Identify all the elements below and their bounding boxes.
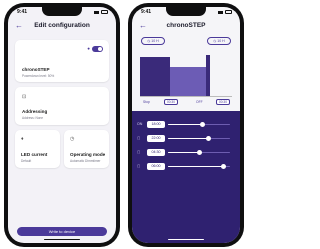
- status-time: 9:41: [141, 9, 152, 15]
- page-title: Edit configuration: [34, 22, 90, 29]
- home-indicator: [44, 238, 80, 240]
- led-icon: ♦: [21, 136, 24, 142]
- operating-mode-card[interactable]: ◷ Operating mode Automatic Dimmtimer: [64, 130, 109, 168]
- slider-fill: [168, 138, 209, 140]
- device-card[interactable]: ● chronoSTEP Powerdown level: 50%: [15, 40, 109, 82]
- row-label: ▢: [137, 150, 141, 154]
- pin-icon[interactable]: ●: [87, 46, 90, 51]
- profile-segment: [206, 55, 210, 97]
- addressing-sub: Address: None: [22, 116, 44, 120]
- page-title: chronoSTEP: [166, 22, 206, 29]
- schedule-row: ▢ 22:00: [132, 133, 240, 145]
- row-time[interactable]: 22:00: [147, 135, 165, 142]
- header: ← chronoSTEP: [132, 21, 240, 33]
- device-sub: Powerdown level: 50%: [22, 74, 55, 78]
- slider-thumb[interactable]: [199, 122, 205, 127]
- schedule-row: ON 18:00: [132, 119, 240, 131]
- profile-segment: [140, 57, 170, 97]
- status-time: 9:41: [17, 9, 28, 15]
- slider-thumb[interactable]: [196, 150, 202, 155]
- level-slider[interactable]: [168, 164, 230, 169]
- addressing-card[interactable]: ⊡ Addressing Address: None: [15, 87, 109, 125]
- mode-sub: Automatic Dimmtimer: [70, 159, 101, 163]
- duration-pill-left[interactable]: ◷ 10 H: [141, 37, 165, 45]
- led-title: LED current: [21, 152, 48, 157]
- phone-right: 9:41 ← chronoSTEP ◷ 10 H ◷ 10 H Stop 00:…: [128, 3, 244, 247]
- addressing-icon: ⊡: [22, 94, 27, 100]
- led-sub: Default: [21, 159, 32, 163]
- mode-icon: ◷: [70, 136, 75, 142]
- profile-segment: [170, 67, 206, 97]
- device-name: chronoSTEP: [22, 67, 50, 72]
- level-slider[interactable]: [168, 122, 230, 127]
- chronostep-screen: 9:41 ← chronoSTEP ◷ 10 H ◷ 10 H Stop 00:…: [132, 7, 240, 243]
- level-slider[interactable]: [168, 136, 230, 141]
- row-time[interactable]: 06:00: [147, 163, 165, 170]
- status-icons: [94, 10, 108, 14]
- chart-baseline: [140, 96, 232, 97]
- addressing-title: Addressing: [22, 109, 48, 114]
- dimming-profile-chart: [140, 51, 232, 97]
- row-label: ▢: [137, 136, 141, 140]
- home-indicator: [168, 238, 204, 240]
- row-label: ON: [137, 122, 143, 126]
- edit-configuration-screen: 9:41 ← Edit configuration ● chronoSTEP P…: [8, 7, 116, 243]
- duration-pill-right[interactable]: ◷ 10 H: [207, 37, 231, 45]
- phone-left: 9:41 ← Edit configuration ● chronoSTEP P…: [4, 3, 120, 247]
- schedule-panel: ON 18:00 ▢ 22:00 ▢ 04:30 ▢ 06:00: [132, 111, 240, 243]
- row-time[interactable]: 04:30: [147, 149, 165, 156]
- header: ← Edit configuration: [8, 21, 116, 33]
- slider-fill: [168, 152, 199, 154]
- slider-thumb[interactable]: [205, 136, 211, 141]
- schedule-row: ▢ 04:30: [132, 147, 240, 159]
- level-slider[interactable]: [168, 150, 230, 155]
- schedule-row: ▢ 06:00: [132, 161, 240, 173]
- row-label: ▢: [137, 164, 141, 168]
- off-label: OFF: [196, 100, 203, 104]
- slider-fill: [168, 166, 224, 168]
- notch: [166, 7, 206, 16]
- off-value[interactable]: 00:30: [216, 99, 230, 105]
- stop-value[interactable]: 00:30: [164, 99, 178, 105]
- enable-toggle[interactable]: [92, 46, 103, 52]
- stop-label: Stop: [143, 100, 150, 104]
- write-to-device-button[interactable]: Write to device: [17, 227, 107, 236]
- status-icons: [218, 10, 232, 14]
- notch: [42, 7, 82, 16]
- slider-fill: [168, 124, 203, 126]
- mode-title: Operating mode: [70, 152, 106, 157]
- led-current-card[interactable]: ♦ LED current Default: [15, 130, 60, 168]
- row-time[interactable]: 18:00: [147, 121, 165, 128]
- slider-thumb[interactable]: [221, 164, 227, 169]
